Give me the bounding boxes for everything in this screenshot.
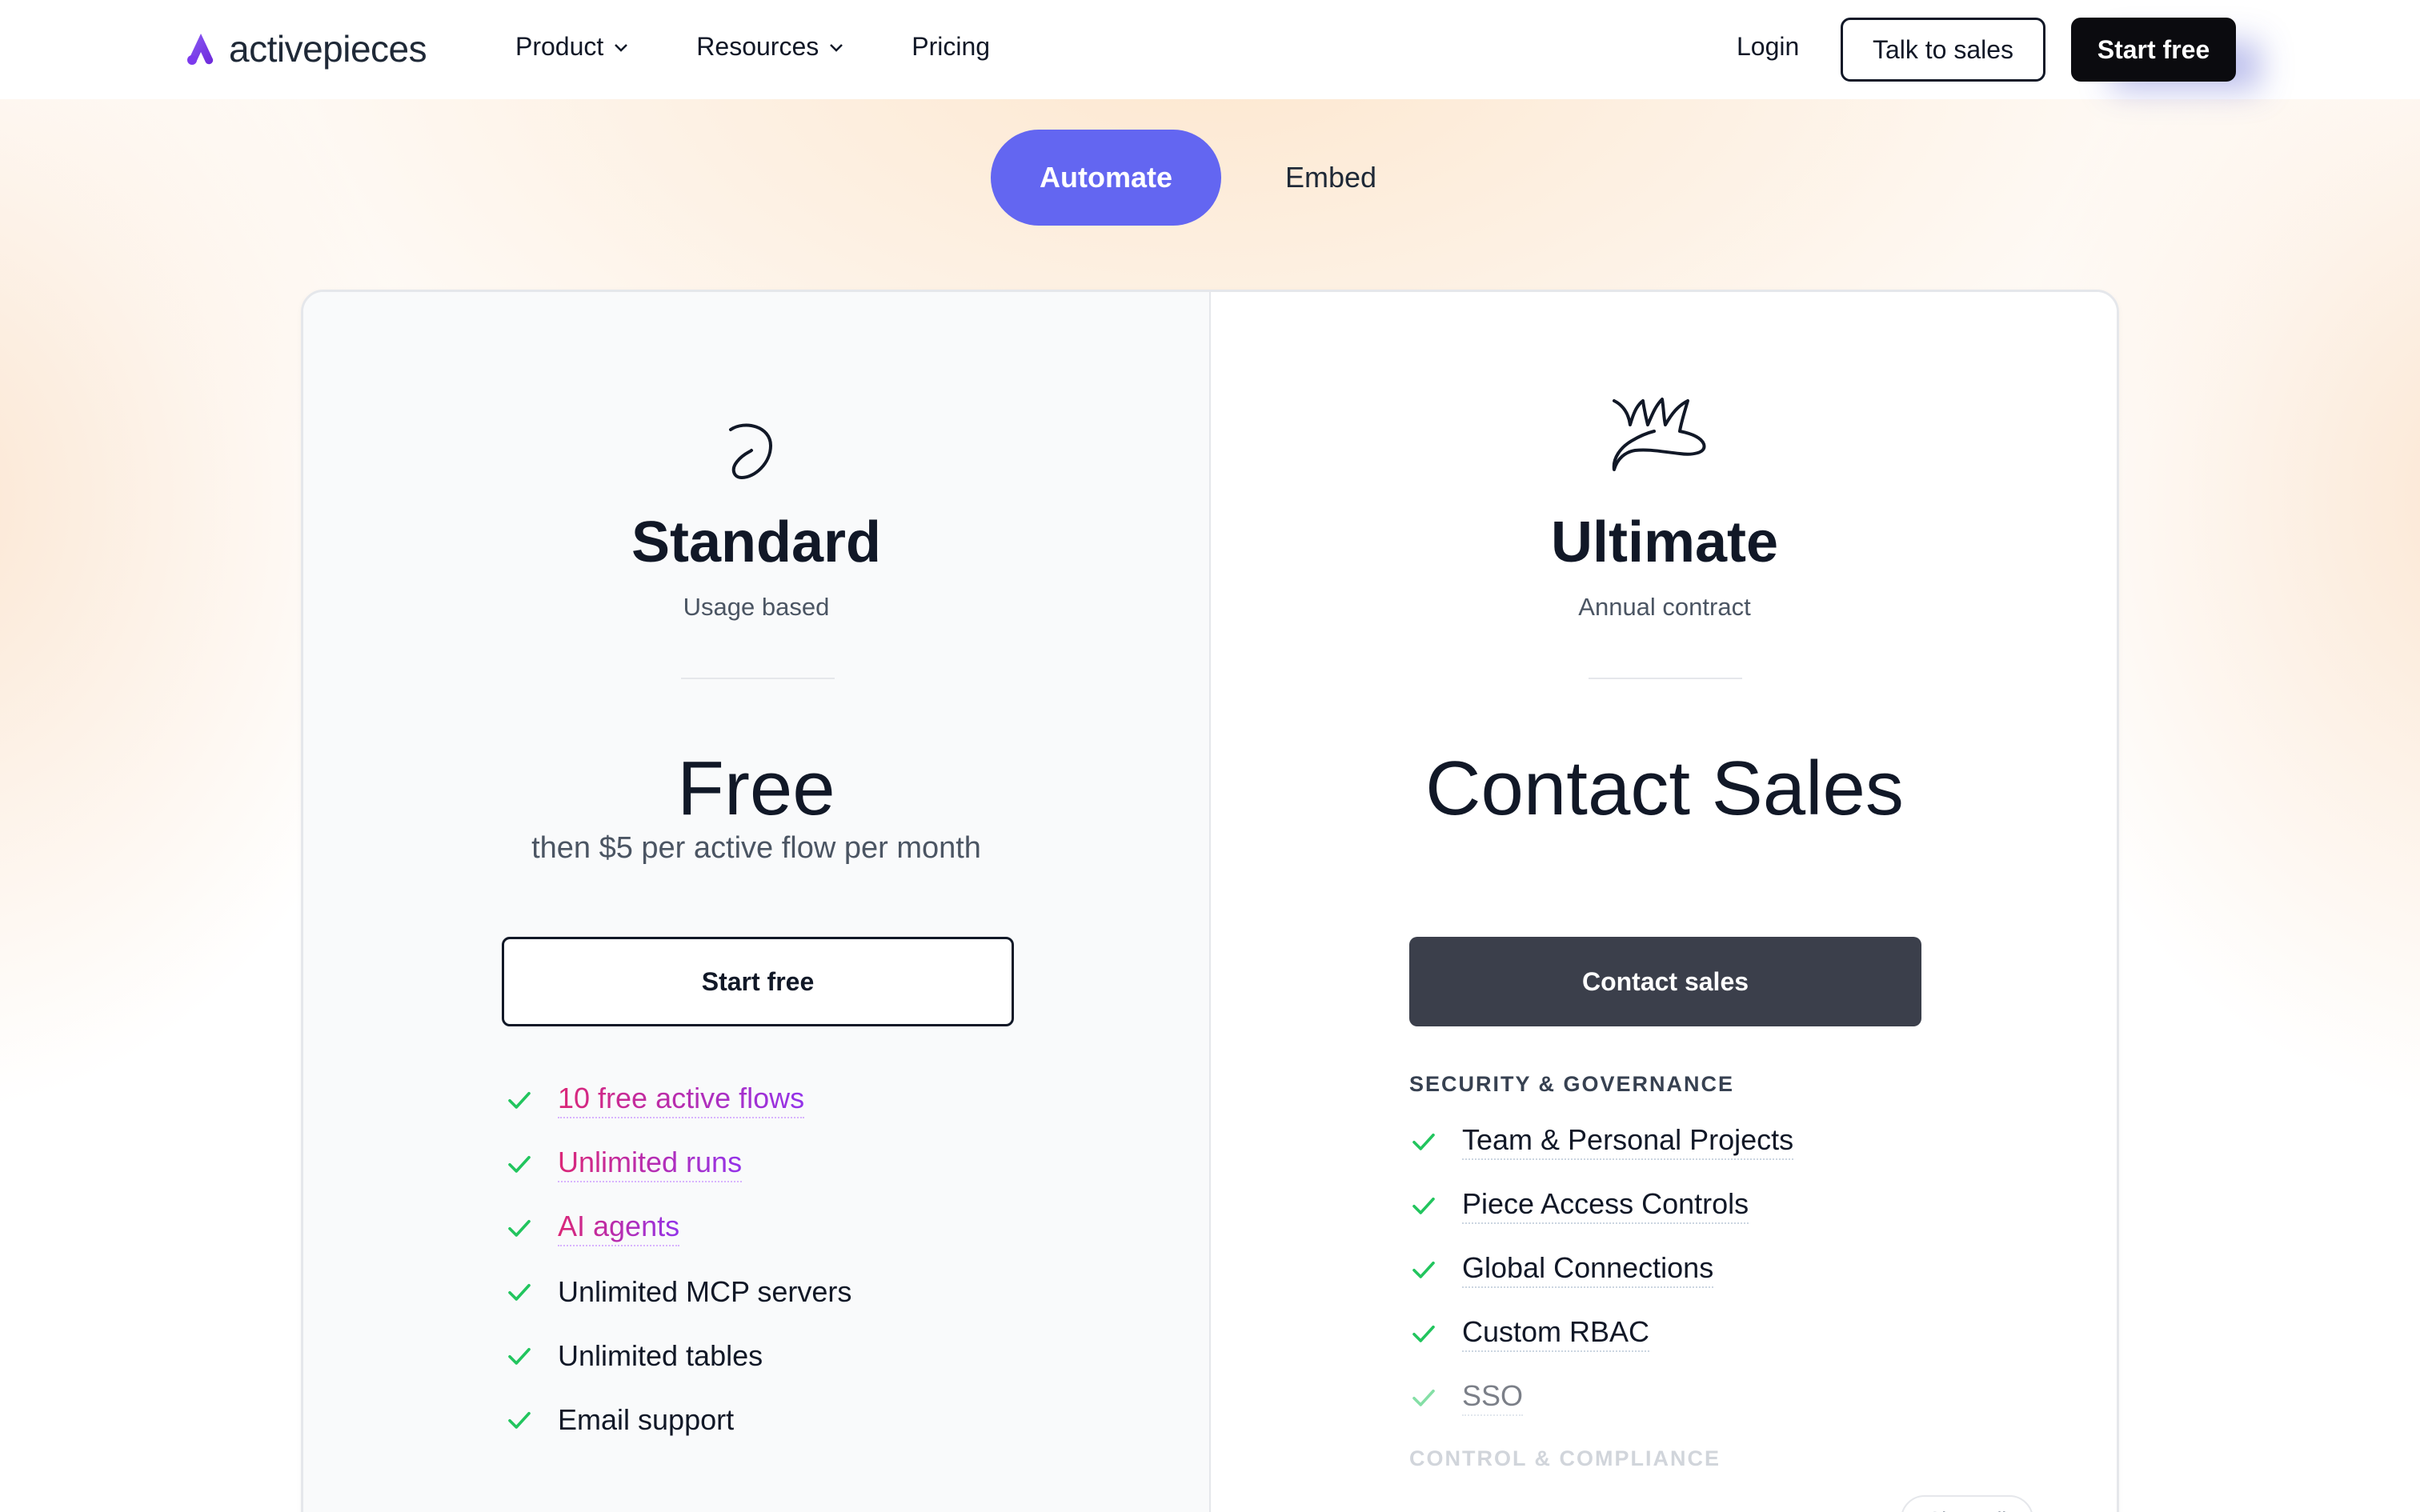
plan-price: Free [677, 746, 835, 831]
chevron-down-icon [830, 43, 843, 52]
feature-list: SECURITY & GOVERNANCE Team & Personal Pr… [1409, 1068, 1794, 1474]
plan-ultimate: Ultimate Annual contract Contact Sales C… [1211, 292, 2117, 1512]
divider [1589, 678, 1742, 679]
list-item: Custom RBAC [1409, 1302, 1793, 1366]
list-item: Email support [505, 1388, 851, 1452]
nav-product[interactable]: Product [515, 32, 631, 62]
plan-type-toggle: Automate Embed [991, 130, 1440, 226]
list-item: Unlimited MCP servers [505, 1260, 851, 1324]
plan-standard: Standard Usage based Free then $5 per ac… [303, 292, 1211, 1512]
nav-product-label: Product [515, 32, 604, 61]
check-icon [508, 1091, 531, 1109]
feature-link[interactable]: Global Connections [1462, 1251, 1714, 1288]
feature-text: Email support [558, 1403, 735, 1436]
check-icon [1412, 1133, 1435, 1150]
check-icon [1412, 1261, 1435, 1278]
tab-automate[interactable]: Automate [991, 130, 1221, 226]
logo[interactable]: activepieces [184, 22, 427, 75]
feature-list: 10 free active flows Unlimited runs AI a… [505, 1068, 851, 1452]
nav-pricing[interactable]: Pricing [912, 32, 990, 62]
contact-sales-button[interactable]: Contact sales [1409, 937, 1921, 1026]
crown-scribble-icon [1612, 398, 1706, 471]
talk-to-sales-button[interactable]: Talk to sales [1841, 18, 2045, 82]
check-icon [508, 1219, 531, 1237]
start-free-header-button[interactable]: Start free [2071, 18, 2236, 82]
feature-text: Unlimited MCP servers [558, 1275, 852, 1308]
feature-link[interactable]: Unlimited runs [558, 1146, 743, 1182]
activepieces-logo-icon [187, 34, 214, 65]
plan-title: Standard [631, 510, 882, 574]
plan-title: Ultimate [1550, 510, 1779, 574]
check-icon [508, 1283, 531, 1301]
main-nav: Product Resources Pricing [515, 32, 1056, 62]
list-item: 10 free active flows [505, 1068, 851, 1132]
plan-subtitle: Annual contract [1578, 593, 1751, 621]
list-item: Team & Personal Projects [1409, 1110, 1794, 1174]
login-link[interactable]: Login [1737, 32, 1799, 62]
plan-price-note: then $5 per active flow per month [531, 831, 981, 865]
chevron-down-icon [615, 43, 628, 52]
site-header: activepieces Product Resources Pricing L… [0, 0, 2420, 99]
section-heading: SECURITY & GOVERNANCE [1409, 1071, 1735, 1096]
list-item: Piece Access Controls [1409, 1174, 1793, 1238]
feature-link[interactable]: SSO [1462, 1379, 1524, 1416]
check-icon [508, 1411, 531, 1429]
feature-link[interactable]: 10 free active flows [558, 1082, 805, 1118]
feature-link[interactable]: Team & Personal Projects [1462, 1123, 1794, 1160]
tab-embed[interactable]: Embed [1221, 130, 1440, 226]
logo-text: activepieces [229, 28, 427, 70]
divider [681, 678, 835, 679]
feature-text: Unlimited tables [558, 1339, 763, 1372]
list-item: Unlimited runs [505, 1132, 851, 1196]
feature-link[interactable]: Piece Access Controls [1462, 1187, 1749, 1224]
section-heading: CONTROL & COMPLIANCE [1409, 1446, 1721, 1470]
check-icon [508, 1155, 531, 1173]
list-item: Global Connections [1409, 1238, 1793, 1302]
check-icon [1412, 1325, 1435, 1342]
feature-link[interactable]: AI agents [558, 1210, 680, 1246]
feature-link[interactable]: Custom RBAC [1462, 1315, 1650, 1352]
nav-pricing-label: Pricing [912, 32, 991, 61]
nav-resources-label: Resources [696, 32, 819, 61]
check-icon [508, 1347, 531, 1365]
scribble-loop-icon [729, 423, 773, 480]
check-icon [1412, 1197, 1435, 1214]
nav-resources[interactable]: Resources [696, 32, 846, 62]
plan-subtitle: Usage based [683, 593, 830, 621]
plan-price: Contact Sales [1425, 746, 1904, 831]
pricing-card: Standard Usage based Free then $5 per ac… [301, 290, 2119, 1512]
list-item: SSO [1409, 1366, 1793, 1430]
show-all-button[interactable]: Show all [1901, 1495, 2033, 1512]
check-icon [1412, 1389, 1435, 1406]
list-item: AI agents [505, 1196, 851, 1260]
start-free-button[interactable]: Start free [502, 937, 1014, 1026]
list-item: Unlimited tables [505, 1324, 851, 1388]
